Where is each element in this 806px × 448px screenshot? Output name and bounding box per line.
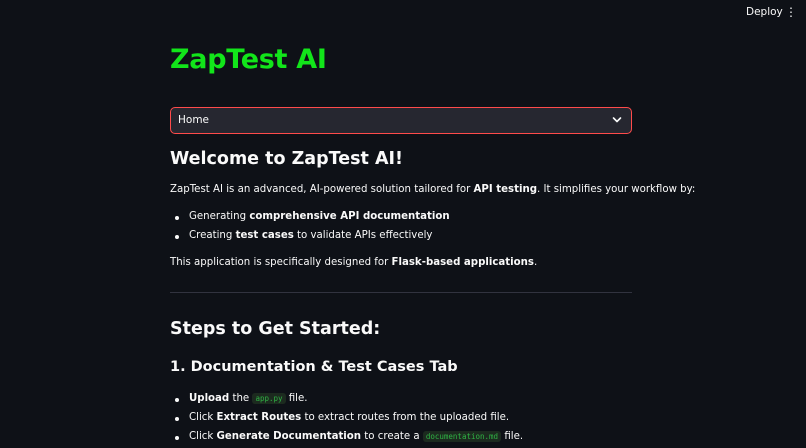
app-header: Deploy ⋮: [0, 0, 806, 24]
list-item-bold: test cases: [235, 230, 294, 241]
list-item-bold: comprehensive API documentation: [249, 211, 450, 222]
bullet-dot: [175, 235, 179, 239]
bullet-dot: [175, 417, 179, 421]
kebab-menu-icon[interactable]: ⋮: [784, 4, 798, 20]
list-item-pre: Click: [189, 431, 217, 442]
list-item: Click Extract Routes to extract routes f…: [175, 412, 510, 423]
bullet-dot: [175, 398, 179, 402]
intro-text-bold: API testing: [473, 184, 537, 195]
list-item-pre: Click: [189, 412, 217, 423]
list-item-post: to validate APIs effectively: [293, 230, 433, 241]
designed-for-paragraph: This application is specifically designe…: [170, 257, 537, 268]
list-item-mid: to create a: [361, 431, 423, 442]
steps-heading: Steps to Get Started:: [170, 319, 381, 339]
inline-code: app.py: [252, 393, 286, 404]
designed-text-post: .: [533, 257, 538, 268]
section1-heading: 1. Documentation & Test Cases Tab: [170, 359, 458, 375]
welcome-heading: Welcome to ZapTest AI!: [170, 149, 404, 169]
bullet-dot: [175, 436, 179, 440]
page-select-value: Home: [178, 114, 210, 126]
intro-text-pre: ZapTest AI is an advanced, AI-powered so…: [170, 184, 474, 195]
list-item: Click Generate Documentation to create a…: [175, 431, 524, 442]
list-item-bold: Extract Routes: [216, 412, 302, 423]
list-item-post: file.: [501, 431, 524, 442]
list-item-pre: Generating: [189, 211, 250, 222]
designed-text-bold: Flask-based applications: [391, 257, 534, 268]
intro-text-post: . It simplifies your workflow by:: [537, 184, 696, 195]
list-item-post: file.: [285, 393, 308, 404]
list-item-pre: Creating: [189, 230, 236, 241]
list-item-bold: Generate Documentation: [216, 431, 362, 442]
list-item: Upload the app.py file.: [175, 393, 308, 404]
app-title: ZapTest AI: [170, 44, 327, 75]
deploy-button[interactable]: Deploy: [740, 5, 789, 19]
section-divider: [170, 292, 632, 293]
intro-paragraph: ZapTest AI is an advanced, AI-powered so…: [170, 184, 695, 195]
list-item: Creating test cases to validate APIs eff…: [175, 230, 433, 241]
list-item-mid: the: [229, 393, 253, 404]
list-item-post: to extract routes from the uploaded file…: [301, 412, 510, 423]
page-select[interactable]: Home: [170, 107, 632, 134]
list-item-bold: Upload: [189, 393, 230, 404]
bullet-dot: [175, 216, 179, 220]
designed-text-pre: This application is specifically designe…: [170, 257, 392, 268]
inline-code: documentation.md: [422, 431, 502, 442]
chevron-down-icon: [612, 117, 622, 123]
list-item: Generating comprehensive API documentati…: [175, 211, 450, 222]
